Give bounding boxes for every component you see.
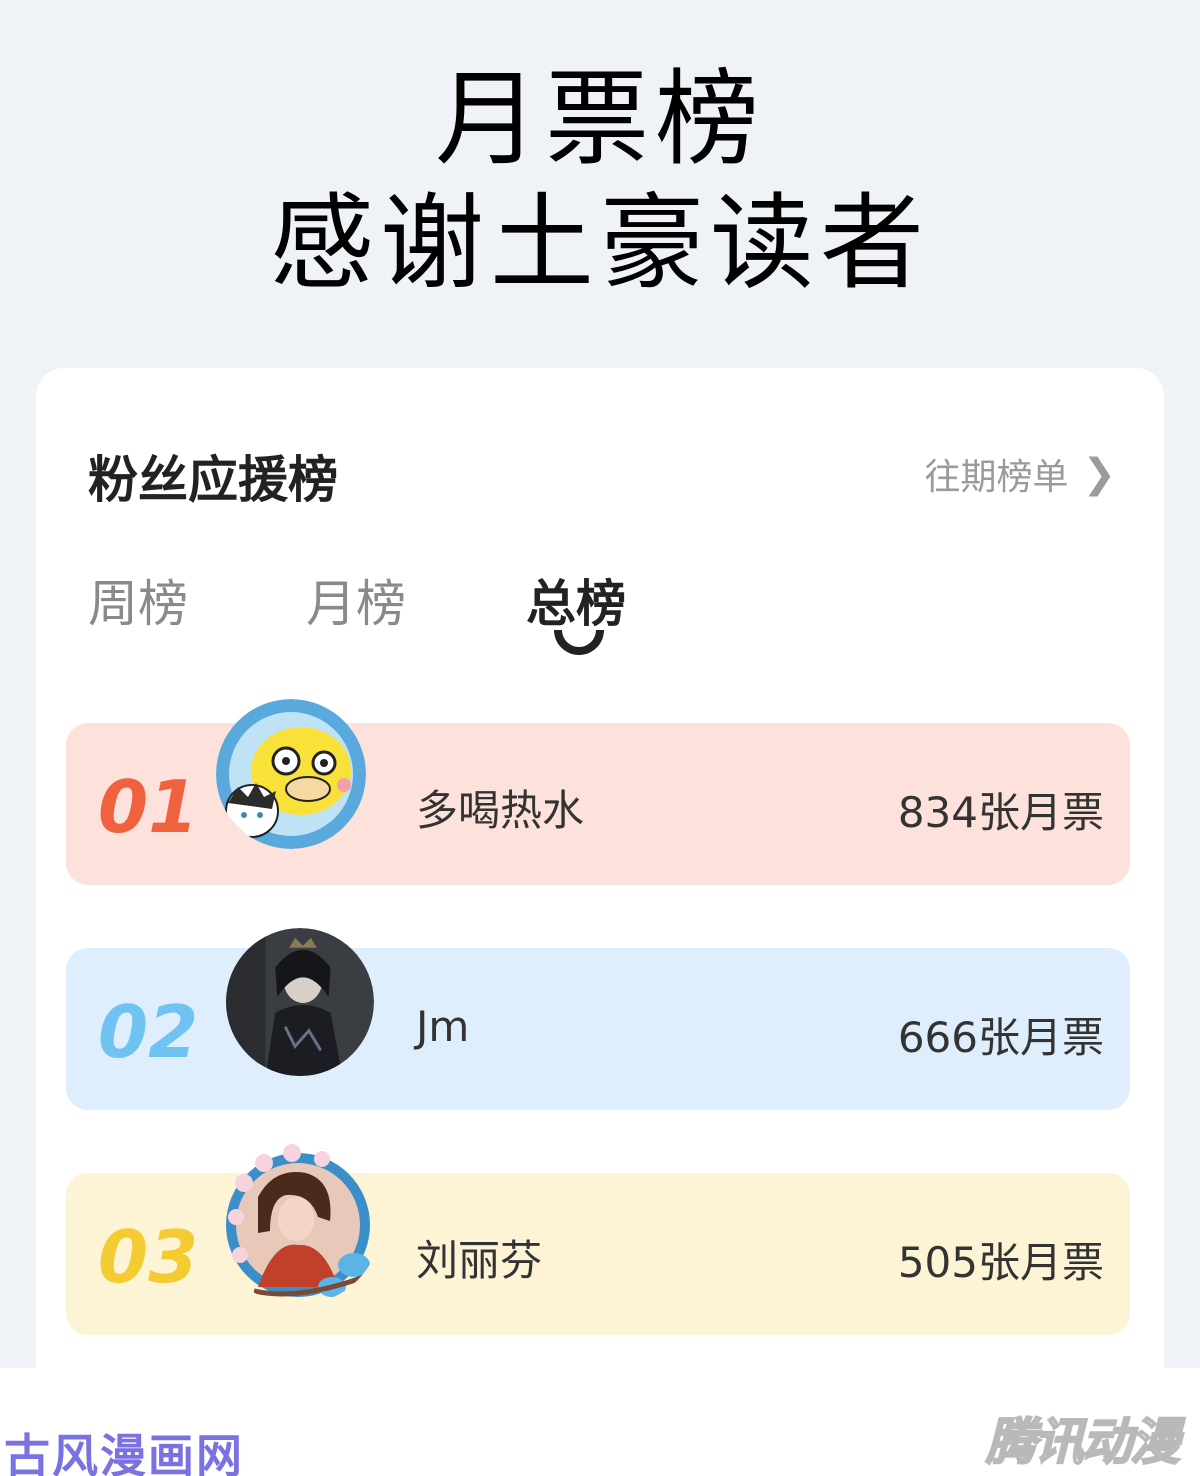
flower-frame-avatar-icon [214,1137,382,1305]
user-name: 多喝热水 [416,786,585,835]
active-tab-indicator [554,630,604,655]
heading-line-1: 月票榜 [434,58,765,180]
rank-number: 03 [98,1215,199,1299]
psyduck-avatar-icon [216,699,366,849]
tab-monthly[interactable]: 月榜 [306,564,406,636]
vote-count: 834张月票 [897,788,1104,837]
user-name: Jm [416,1002,470,1051]
vote-count: 505张月票 [897,1238,1104,1287]
user-name: 刘丽芬 [416,1236,543,1285]
ranking-row[interactable]: 01 多喝热水 834张月票 [66,699,1130,885]
dark-portrait-avatar-icon [226,928,374,1076]
page-heading: 月票榜 感谢土豪读者 [0,60,1200,308]
rank-number: 02 [98,990,199,1074]
ranking-row[interactable]: 02 Jm 666张月票 [66,928,1130,1110]
tab-weekly[interactable]: 周榜 [88,564,188,636]
history-list-label: 往期榜单 [924,457,1069,498]
vote-count: 666张月票 [897,1013,1104,1062]
watermark-left: 古风漫画网 [4,1429,244,1476]
watermark-right: 腾讯动漫 [985,1412,1181,1472]
chevron-right-icon: ❯ [1082,451,1116,497]
history-list-link[interactable]: 往期榜单 ❯ [924,448,1116,500]
fan-support-card: 粉丝应援榜 往期榜单 ❯ 周榜 月榜 总榜 01 多喝热水 834张月票 02 … [36,368,1164,1368]
rank-number: 01 [98,765,199,849]
heading-line-2: 感谢土豪读者 [269,182,930,304]
tab-total[interactable]: 总榜 [526,564,626,636]
card-title: 粉丝应援榜 [88,451,338,509]
ranking-row[interactable]: 03 刘丽芬 505张月票 [66,1144,1130,1335]
